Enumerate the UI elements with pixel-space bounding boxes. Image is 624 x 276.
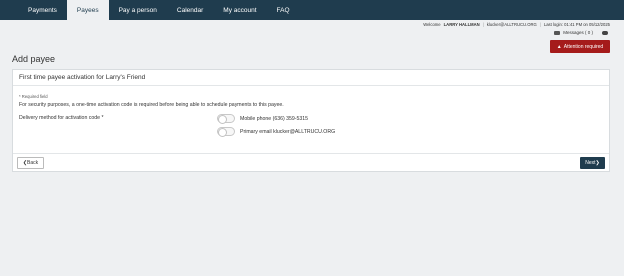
security-text: For security purposes, a one-time activa…: [19, 102, 284, 108]
mobile-phone-label: Mobile phone (636) 359-5315: [240, 115, 309, 122]
delivery-method-label: Delivery method for activation code *: [19, 115, 104, 121]
option-mobile-phone: Mobile phone (636) 359-5315: [217, 114, 309, 124]
card-footer: ❮ Back Next ❯: [13, 153, 609, 173]
next-label: Next: [585, 160, 596, 166]
last-login: Last login: 01:41 PM on 05/12/2025: [543, 22, 610, 27]
required-note: * Required field: [19, 94, 48, 99]
welcome-prefix: Welcome: [423, 22, 441, 27]
separator: |: [482, 22, 484, 27]
nav-item-pay-a-person[interactable]: Pay a person: [109, 0, 167, 20]
back-button[interactable]: ❮ Back: [17, 157, 44, 169]
user-email: klucker@ALLTRUCU.ORG: [486, 22, 537, 27]
envelope-icon: [554, 30, 561, 35]
nav-item-payees[interactable]: Payees: [66, 0, 109, 20]
nav-item-calendar[interactable]: Calendar: [167, 0, 213, 20]
chevron-right-icon: ❯: [595, 160, 600, 166]
nav-item-my-account[interactable]: My account: [213, 0, 266, 20]
messages-link[interactable]: Messages ( 0 ): [563, 30, 593, 35]
nav-item-faq[interactable]: FAQ: [267, 0, 300, 20]
attention-label: Attention required: [563, 43, 604, 50]
mobile-phone-toggle[interactable]: [217, 114, 235, 124]
warning-icon: ▲: [556, 43, 562, 50]
primary-email-toggle[interactable]: [217, 127, 235, 137]
option-primary-email: Primary email klucker@ALLTRUCU.ORG: [217, 127, 336, 137]
chat-icon[interactable]: [602, 30, 608, 35]
welcome-bar: Welcome LARRY HALLMAN | klucker@ALLTRUCU…: [423, 22, 610, 27]
card-title: First time payee activation for Larry's …: [13, 70, 609, 86]
user-name: LARRY HALLMAN: [443, 22, 480, 27]
messages-row: Messages ( 0 ): [554, 30, 608, 35]
page-title: Add payee: [12, 54, 56, 64]
back-label: Back: [27, 160, 39, 166]
top-navbar: Payments Payees Pay a person Calendar My…: [0, 0, 624, 20]
primary-email-label: Primary email klucker@ALLTRUCU.ORG: [240, 128, 336, 135]
nav-item-payments[interactable]: Payments: [18, 0, 67, 20]
next-button[interactable]: Next ❯: [580, 157, 605, 169]
activation-card: First time payee activation for Larry's …: [12, 69, 610, 172]
separator: |: [539, 22, 541, 27]
attention-required-button[interactable]: ▲ Attention required: [550, 40, 610, 53]
